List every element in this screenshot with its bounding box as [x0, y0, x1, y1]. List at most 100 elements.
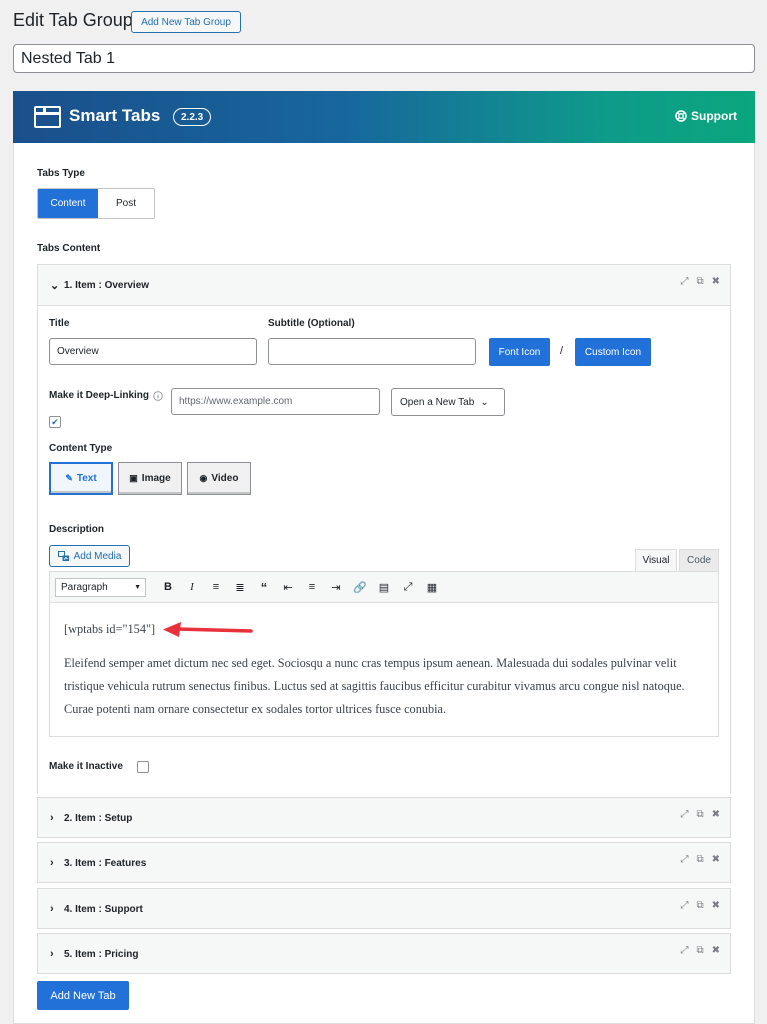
tab-item-title: 1. Item : Overview [64, 279, 150, 291]
tabs-type-content-option[interactable]: Content [38, 189, 98, 218]
tab-item-header[interactable]: › 3. Item : Features [38, 843, 730, 883]
chevron-down-icon: ⌄ [50, 279, 60, 292]
item-tools: ⤢ ⧉ ✖ [680, 900, 720, 911]
numbered-list-icon[interactable]: ≣ [228, 581, 252, 594]
close-icon[interactable]: ✖ [712, 276, 720, 287]
tab-item-setup[interactable]: › 2. Item : Setup ⤢ ⧉ ✖ [37, 797, 731, 838]
duplicate-icon[interactable]: ⧉ [696, 276, 703, 287]
paragraph-format-select[interactable]: Paragraph ▼ [55, 577, 146, 597]
link-icon[interactable]: 🔗 [348, 581, 372, 594]
tab-item-header[interactable]: › 4. Item : Support [38, 889, 730, 929]
tabs-type-switch: Content Post [37, 188, 155, 219]
duplicate-icon[interactable]: ⧉ [696, 945, 703, 956]
duplicate-icon[interactable]: ⧉ [696, 900, 703, 911]
deeplink-checkbox[interactable]: ✔ [49, 416, 61, 428]
chevron-right-icon: › [50, 903, 54, 915]
content-type-video-button[interactable]: ◉ Video [187, 462, 251, 495]
icon-separator: / [560, 345, 564, 357]
info-icon [153, 390, 163, 401]
content-type-image-button[interactable]: ▣ Image [118, 462, 182, 495]
item-tools: ⤢ ⧉ ✖ [680, 854, 720, 865]
inactive-label: Make it Inactive [49, 761, 123, 772]
tab-item-title: 5. Item : Pricing [64, 948, 139, 960]
close-icon[interactable]: ✖ [712, 900, 720, 911]
tabs-type-post-option[interactable]: Post [98, 189, 154, 218]
support-label: Support [691, 109, 737, 123]
brand-name: Smart Tabs [69, 106, 161, 125]
content-type-text-label: Text [76, 473, 97, 484]
subtitle-label: Subtitle (Optional) [268, 318, 355, 329]
tab-item-header[interactable]: › 2. Item : Setup [38, 798, 730, 838]
expand-icon[interactable]: ⤢ [680, 900, 688, 911]
arrow-left-icon [163, 621, 253, 637]
editor-tab-code[interactable]: Code [679, 549, 719, 571]
shortcode-line: [wptabs id="154"] [64, 618, 704, 641]
content-type-text-button[interactable]: ✎ Text [49, 462, 113, 495]
duplicate-icon[interactable]: ⧉ [696, 854, 703, 865]
read-more-icon[interactable]: ▤ [372, 581, 396, 594]
close-icon[interactable]: ✖ [712, 809, 720, 820]
tab-subtitle-input[interactable] [268, 338, 476, 365]
custom-icon-button[interactable]: Custom Icon [575, 338, 651, 366]
description-label: Description [49, 524, 105, 535]
expand-icon[interactable]: ⤢ [680, 945, 688, 956]
content-type-label: Content Type [49, 443, 113, 454]
tab-item-features[interactable]: › 3. Item : Features ⤢ ⧉ ✖ [37, 842, 731, 883]
font-icon-button[interactable]: Font Icon [489, 338, 550, 366]
close-icon[interactable]: ✖ [712, 945, 720, 956]
toolbar-toggle-icon[interactable]: ▦ [420, 581, 444, 594]
deeplink-label: Make it Deep-Linking [49, 390, 150, 401]
smart-tabs-banner: Smart Tabs 2.2.3 Support [13, 91, 755, 143]
editor-body-text: Eleifend semper amet dictum nec sed eget… [64, 656, 685, 716]
text-icon: ✎ [65, 473, 73, 483]
expand-icon[interactable]: ⤢ [680, 276, 688, 287]
version-badge: 2.2.3 [173, 108, 212, 126]
add-media-button[interactable]: Add Media [49, 545, 130, 567]
chevron-down-icon: ⌄ [480, 396, 489, 408]
tab-item-title: 3. Item : Features [64, 857, 147, 869]
tab-item-pricing[interactable]: › 5. Item : Pricing ⤢ ⧉ ✖ [37, 933, 731, 974]
add-media-label: Add Media [73, 550, 122, 562]
play-circle-icon: ◉ [199, 473, 208, 483]
editor-toolbar: Paragraph ▼ B I ≡ ≣ “ ⇤ ≡ ⇥ 🔗 ▤ ⤢ ▦ [50, 572, 718, 603]
close-icon[interactable]: ✖ [712, 854, 720, 865]
align-center-icon[interactable]: ≡ [300, 581, 324, 593]
post-title-input[interactable]: Nested Tab 1 [13, 44, 755, 73]
tabs-content-label: Tabs Content [37, 243, 101, 254]
tab-title-input[interactable]: Overview [49, 338, 257, 365]
chevron-right-icon: › [50, 948, 54, 960]
item-tools: ⤢ ⧉ ✖ [680, 276, 720, 287]
add-new-tab-group-button[interactable]: Add New Tab Group [131, 11, 241, 33]
align-right-icon[interactable]: ⇥ [324, 581, 348, 594]
tab-item-title: 2. Item : Setup [64, 812, 133, 824]
align-left-icon[interactable]: ⇤ [276, 581, 300, 594]
item-tools: ⤢ ⧉ ✖ [680, 945, 720, 956]
support-link[interactable]: Support [675, 109, 737, 123]
description-editor: Paragraph ▼ B I ≡ ≣ “ ⇤ ≡ ⇥ 🔗 ▤ ⤢ ▦ [wpt… [49, 571, 719, 737]
chevron-right-icon: › [50, 857, 54, 869]
editor-tab-visual[interactable]: Visual [635, 549, 677, 571]
expand-icon[interactable]: ⤢ [680, 809, 688, 820]
shortcode-text: [wptabs id="154"] [64, 622, 156, 636]
bold-icon[interactable]: B [156, 581, 180, 593]
italic-icon[interactable]: I [180, 581, 204, 593]
tab-item-header[interactable]: ⌄ 1. Item : Overview [38, 265, 730, 305]
deeplink-url-input[interactable]: https://www.example.com [171, 388, 380, 415]
tab-item-title: 4. Item : Support [64, 903, 143, 915]
content-type-video-label: Video [211, 473, 239, 484]
fullscreen-icon[interactable]: ⤢ [396, 581, 420, 594]
duplicate-icon[interactable]: ⧉ [696, 809, 703, 820]
open-target-select[interactable]: Open a New Tab ⌄ [391, 388, 505, 416]
tab-item-header[interactable]: › 5. Item : Pricing [38, 934, 730, 974]
editor-content[interactable]: [wptabs id="154"] Eleifend semper amet d… [50, 603, 718, 736]
expand-icon[interactable]: ⤢ [680, 854, 688, 865]
blockquote-icon[interactable]: “ [252, 580, 276, 595]
add-new-tab-button[interactable]: Add New Tab [37, 981, 129, 1010]
media-icon [57, 550, 69, 561]
tab-item-support[interactable]: › 4. Item : Support ⤢ ⧉ ✖ [37, 888, 731, 929]
inactive-checkbox[interactable] [137, 761, 149, 773]
deeplink-row: Make it Deep-Linking [49, 390, 163, 401]
bullet-list-icon[interactable]: ≡ [204, 581, 228, 593]
tabs-type-label: Tabs Type [37, 168, 85, 179]
image-icon: ▣ [129, 473, 138, 483]
